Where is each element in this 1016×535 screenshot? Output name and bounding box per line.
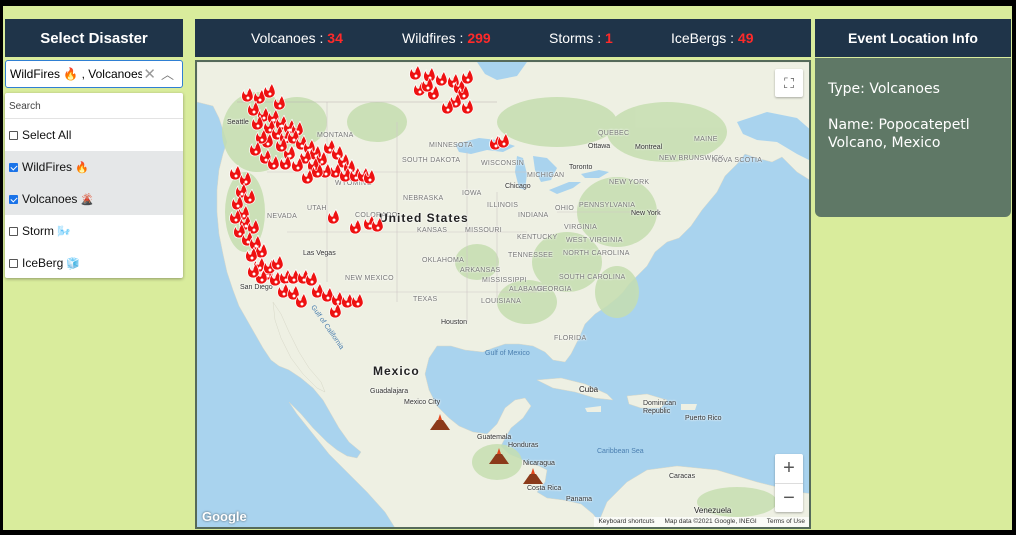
stat-label: Volcanoes :: [251, 30, 328, 46]
stat-label: Wildfires :: [402, 30, 468, 46]
option-label: Select All: [22, 128, 72, 142]
disaster-map[interactable]: MONTANA MINNESOTA SOUTH DAKOTA WISCONSIN…: [195, 60, 811, 529]
event-info-box: Type: Volcanoes Name: Popocatepetl Volca…: [815, 58, 1011, 217]
volcano-icon: 🌋: [80, 193, 95, 206]
frame-left: [0, 0, 3, 535]
volcano-marker[interactable]: [523, 468, 543, 484]
option-label: IceBerg: [22, 256, 64, 270]
option-volcanoes[interactable]: Volcanoes 🌋: [5, 183, 183, 215]
stat-wildfires: Wildfires : 299: [402, 30, 491, 46]
map-attribution: Keyboard shortcuts Map data ©2021 Google…: [594, 517, 809, 527]
checkbox-wildfires[interactable]: [9, 162, 18, 172]
wildfire-marker[interactable]: [351, 292, 364, 309]
frame-right: [1012, 0, 1016, 535]
wildfire-marker[interactable]: [461, 68, 474, 85]
stat-label: IceBergs :: [671, 30, 738, 46]
zoom-in-button[interactable]: +: [775, 454, 803, 483]
checkbox-iceberg[interactable]: [9, 258, 18, 268]
event-name: Name: Popocatepetl Volcano, Mexico: [828, 117, 970, 151]
wildfire-marker[interactable]: [409, 64, 422, 81]
option-select-all[interactable]: Select All: [5, 119, 183, 151]
wildfire-marker[interactable]: [327, 208, 340, 225]
option-storm[interactable]: Storm 🌬️: [5, 215, 183, 247]
checkbox-select-all[interactable]: [9, 130, 18, 140]
stat-count: 34: [327, 30, 343, 46]
wildfire-marker[interactable]: [435, 70, 448, 87]
stats-bar: Volcanoes : 34 Wildfires : 299 Storms : …: [195, 19, 811, 57]
event-info-header: Event Location Info: [815, 19, 1011, 57]
volcano-marker[interactable]: [489, 448, 509, 464]
wildfire-marker[interactable]: [271, 254, 284, 271]
stat-count: 299: [467, 30, 491, 46]
stat-volcanoes: Volcanoes : 34: [251, 30, 343, 46]
chevron-up-icon[interactable]: ︿: [161, 64, 174, 83]
wildfire-marker[interactable]: [273, 94, 286, 111]
checkbox-storm[interactable]: [9, 226, 18, 236]
wildfire-marker[interactable]: [497, 132, 510, 149]
checkbox-volcanoes[interactable]: [9, 194, 18, 204]
option-label: Volcanoes: [22, 192, 78, 206]
option-wildfires[interactable]: WildFires 🔥: [5, 151, 183, 183]
wildfire-marker[interactable]: [263, 82, 276, 99]
multiselect-value: WildFires 🔥 , Volcanoes 🌋: [10, 67, 142, 81]
stat-count: 49: [737, 30, 754, 46]
stat-count: 1: [605, 30, 613, 46]
wind-icon: 🌬️: [57, 225, 71, 238]
map-data-text: Map data ©2021 Google, INEGI: [664, 518, 757, 525]
google-logo: Google: [202, 509, 247, 524]
marker-layer: [229, 64, 543, 484]
event-type: Type: Volcanoes: [828, 81, 940, 97]
wildfire-marker[interactable]: [349, 218, 362, 235]
option-iceberg[interactable]: IceBerg 🧊: [5, 247, 183, 279]
wildfire-marker[interactable]: [241, 86, 254, 103]
zoom-out-button[interactable]: −: [775, 484, 803, 513]
disaster-dropdown: Search Select All WildFires 🔥 Volcanoes …: [5, 93, 183, 278]
keyboard-shortcuts-link[interactable]: Keyboard shortcuts: [598, 518, 654, 526]
wildfire-marker[interactable]: [461, 98, 474, 115]
ice-icon: 🧊: [66, 257, 81, 270]
select-disaster-header: Select Disaster: [5, 19, 183, 57]
stat-icebergs: IceBergs : 49: [671, 30, 754, 46]
frame-bottom: [0, 530, 1016, 535]
wildfire-marker[interactable]: [229, 164, 242, 181]
stat-storms: Storms : 1: [549, 30, 613, 46]
terms-link[interactable]: Terms of Use: [767, 518, 805, 526]
dropdown-search-input[interactable]: Search: [5, 93, 183, 119]
stat-label: Storms :: [549, 30, 606, 46]
disaster-multiselect[interactable]: WildFires 🔥 , Volcanoes 🌋 ✕ ︿: [5, 60, 183, 88]
frame-top: [0, 0, 1016, 6]
clear-selection-icon[interactable]: ✕: [143, 65, 156, 83]
fullscreen-button[interactable]: ⛶: [775, 69, 803, 97]
zoom-control: + −: [775, 454, 803, 512]
fire-icon: 🔥: [75, 161, 89, 174]
volcano-marker[interactable]: [430, 414, 450, 430]
option-label: WildFires: [22, 160, 72, 174]
option-label: Storm: [22, 224, 55, 238]
